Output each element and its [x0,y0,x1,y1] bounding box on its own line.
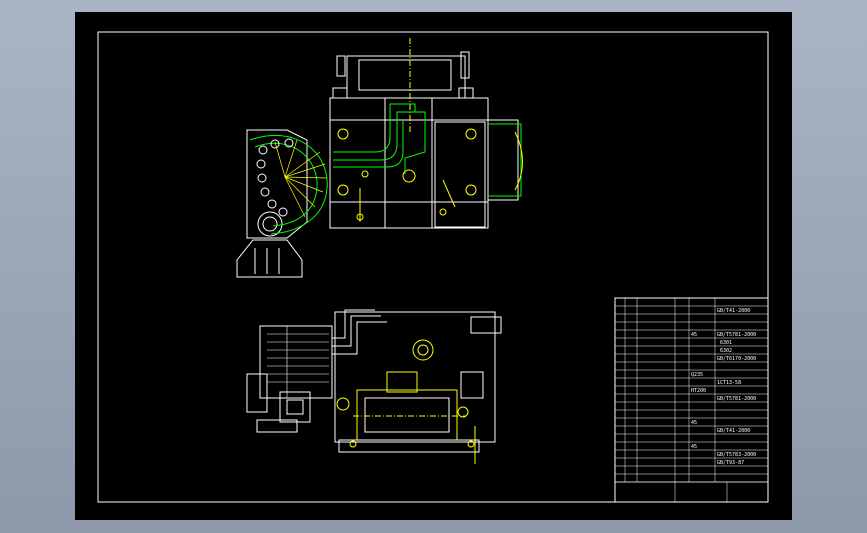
bom-standard-8: GB/T41-2000 [717,428,750,434]
lower-view [246,309,502,464]
bom-standard-5: GB/T6170-2000 [717,356,756,362]
drawing-viewport[interactable]: GB/T41-2000 GB/T5781-2000 6301 6302 GB/T… [75,12,792,520]
bom-note-3: HT200 [691,388,706,394]
bom-standard-2: GB/T5781-2000 [717,332,756,338]
bom-standard-4: 6302 [720,348,732,354]
upper-view [236,38,523,278]
bom-note-1: 45 [691,332,697,338]
bom-standard-9: GB/T5783-2000 [717,452,756,458]
bom-note-4: 45 [691,420,697,426]
bom-note-5: 45 [691,444,697,450]
bom-standard-6: 1CT13-58 [717,380,741,386]
bom-standard-3: 6301 [720,340,732,346]
cad-drawing-sheet: GB/T41-2000 GB/T5781-2000 6301 6302 GB/T… [97,31,769,503]
bom-note-2: Q235 [691,372,703,378]
bom-standard-7: GB/T5781-2000 [717,396,756,402]
bom-standard-1: GB/T41-2000 [717,308,750,314]
bom-standard-10: GB/T93-87 [717,460,744,466]
bom-table: GB/T41-2000 GB/T5781-2000 6301 6302 GB/T… [614,297,769,503]
title-block [614,481,769,503]
